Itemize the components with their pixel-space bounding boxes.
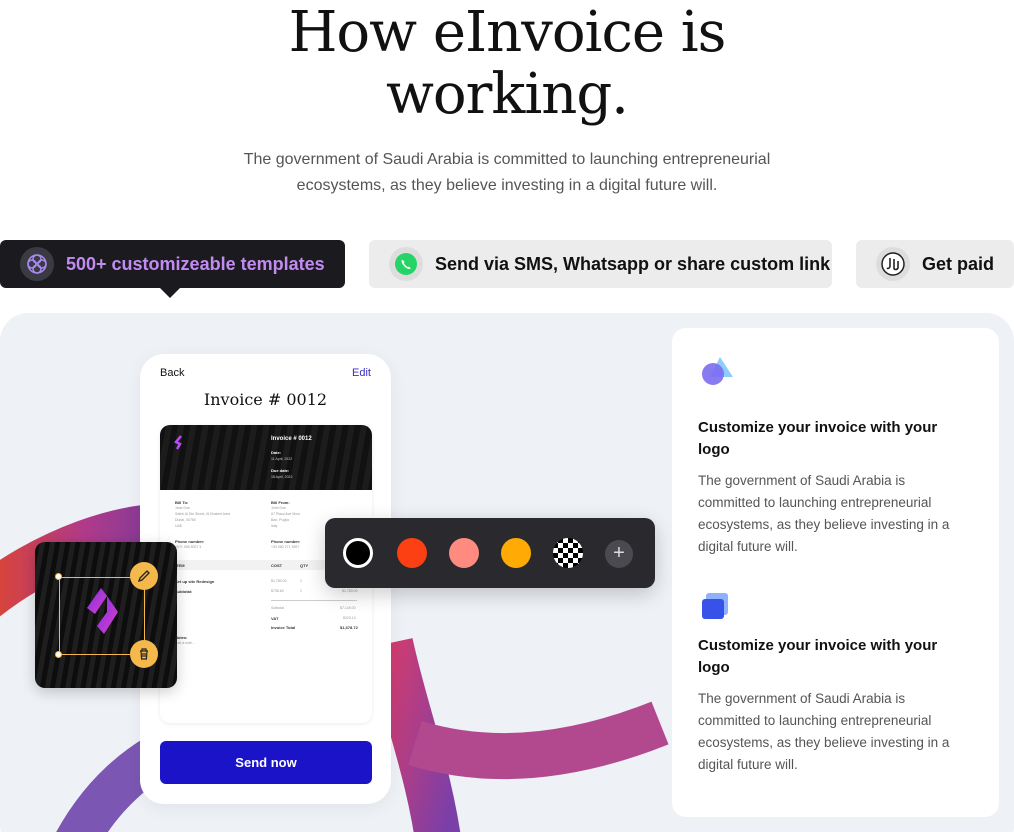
template-pattern-icon bbox=[20, 247, 54, 281]
col-cost: COST bbox=[271, 563, 283, 568]
edit-logo-button[interactable] bbox=[130, 562, 158, 590]
back-link[interactable]: Back bbox=[160, 367, 184, 379]
notes-value: Add a note... bbox=[175, 641, 195, 645]
bill-to-line: Dubai, 00780 bbox=[175, 518, 196, 522]
phone-to-label: Phone number: bbox=[175, 539, 205, 544]
tab-send-sms-label: Send via SMS, Whatsapp or share custom l… bbox=[435, 253, 831, 274]
tab-get-paid[interactable]: Get paid bbox=[856, 240, 1014, 288]
delete-logo-button[interactable] bbox=[130, 640, 158, 668]
edit-link[interactable]: Edit bbox=[352, 367, 371, 379]
whatsapp-icon bbox=[389, 247, 423, 281]
hero-title-line-1: How eInvoice is bbox=[288, 0, 727, 65]
bill-to-line: UAE bbox=[175, 524, 183, 528]
item-total: $1,780.00 bbox=[342, 589, 358, 593]
send-now-button[interactable]: Send now bbox=[160, 741, 372, 784]
subtotal-qty: 1 bbox=[300, 589, 302, 593]
item-name: Set up site Redesign bbox=[175, 579, 215, 584]
color-swatch-red[interactable] bbox=[397, 538, 427, 568]
add-color-button[interactable]: + bbox=[605, 540, 633, 568]
divider bbox=[271, 600, 357, 601]
bill-from-line: John Doe bbox=[271, 506, 286, 510]
phone-from-label: Phone number: bbox=[271, 539, 301, 544]
summary-value: $7,145.00 bbox=[340, 606, 356, 610]
invoice-title: Invoice # 0012 bbox=[203, 390, 328, 409]
feature-description: The government of Saudi Arabia is commit… bbox=[698, 473, 950, 554]
summary-label: VAT bbox=[271, 616, 279, 621]
riyal-currency-icon bbox=[876, 247, 910, 281]
subtotal-label: Subtotal: bbox=[175, 589, 193, 594]
tab-get-paid-label: Get paid bbox=[922, 253, 995, 274]
item-qty: 1 bbox=[300, 579, 302, 583]
phone-to-value: +971 056 8027 4 bbox=[175, 545, 202, 549]
color-palette: + bbox=[325, 518, 655, 588]
logo-selection-box[interactable] bbox=[59, 577, 145, 655]
bill-from-line: Italy bbox=[271, 524, 278, 528]
subtotal-cost: $738.60 bbox=[271, 589, 284, 593]
invoice-header: Invoice # 0012 Date: 11 April, 2022 Due … bbox=[160, 425, 372, 490]
bill-from-line: 67 Plaza Ave Moor bbox=[271, 512, 301, 516]
shapes-logo-icon bbox=[702, 357, 733, 385]
feature-title: Customize your invoice with your logo bbox=[698, 637, 938, 676]
summary-value: $1,378.72 bbox=[340, 625, 358, 630]
bill-to-label: Bill To: bbox=[175, 500, 189, 505]
trash-icon bbox=[140, 648, 148, 660]
feature-description: The government of Saudi Arabia is commit… bbox=[698, 691, 950, 772]
color-swatch-black[interactable] bbox=[343, 538, 373, 568]
date-label: Date: bbox=[271, 450, 282, 455]
phone-from-value: +39 080 271 3597 bbox=[271, 545, 300, 549]
bill-from-label: Bill From: bbox=[271, 500, 290, 505]
summary-label: Invoice Total bbox=[271, 625, 296, 630]
due-label: Due date: bbox=[271, 468, 290, 473]
feature-title: Customize your invoice with your logo bbox=[698, 419, 938, 458]
invoice-number: Invoice # 0012 bbox=[271, 436, 312, 442]
tab-templates-label: 500+ customizeable templates bbox=[66, 253, 325, 274]
tab-send-sms[interactable]: Send via SMS, Whatsapp or share custom l… bbox=[369, 240, 832, 288]
tab-templates[interactable]: 500+ customizeable templates bbox=[0, 240, 345, 298]
item-cost: $1,780.00 bbox=[271, 579, 287, 583]
col-qty: QTY bbox=[300, 563, 309, 568]
summary-value: $220.14 bbox=[343, 616, 356, 620]
pencil-icon bbox=[137, 570, 150, 583]
resize-handle[interactable] bbox=[55, 651, 62, 658]
brand-logo-icon bbox=[174, 435, 182, 450]
bill-from-line: Bari, Puglia bbox=[271, 518, 289, 522]
hero-title-line-2: working. bbox=[386, 62, 629, 127]
due-value: 18 April, 2022 bbox=[271, 475, 293, 479]
blue-square-icon bbox=[702, 593, 728, 619]
logo-editor bbox=[35, 542, 177, 688]
feature-panel: Back Edit Invoice # 0012 Invoice # 0012 … bbox=[0, 313, 1014, 832]
color-swatch-orange[interactable] bbox=[501, 538, 531, 568]
date-value: 11 April, 2022 bbox=[271, 457, 293, 461]
color-swatch-pink[interactable] bbox=[449, 538, 479, 568]
bill-to-line: Jane Doe bbox=[175, 506, 190, 510]
hero-title: How eInvoice is working. bbox=[0, 2, 1014, 126]
color-swatch-transparent[interactable] bbox=[553, 538, 583, 568]
summary-label: Subtotal bbox=[271, 606, 284, 610]
hero-subtitle: The government of Saudi Arabia is commit… bbox=[243, 151, 771, 194]
bill-to-line: Saleh Al Din Street, Al Khaleel Area bbox=[175, 512, 231, 516]
features-card: Customize your invoice with your logo Th… bbox=[672, 328, 999, 817]
resize-handle[interactable] bbox=[55, 573, 62, 580]
